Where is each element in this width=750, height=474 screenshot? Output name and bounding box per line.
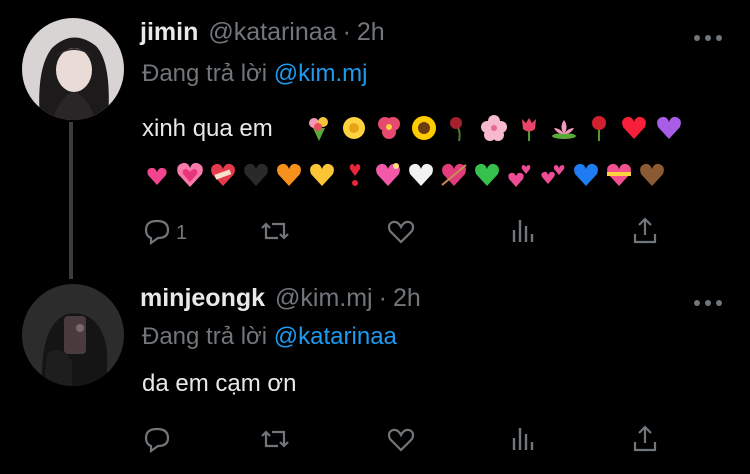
black-heart-icon — [241, 160, 271, 190]
reply-icon — [142, 424, 172, 459]
tweet-text: da em cạm ơn — [142, 370, 296, 398]
separator-dot: · — [342, 18, 351, 46]
thread-line — [69, 122, 73, 279]
reply-button[interactable] — [142, 424, 176, 458]
views-button[interactable] — [508, 424, 538, 458]
display-name[interactable]: jimin — [140, 18, 198, 47]
retweet-icon — [260, 424, 290, 459]
replying-to-label: Đang trả lời — [142, 323, 274, 350]
timestamp[interactable]: 2h — [393, 284, 421, 313]
sunflower-icon — [409, 113, 439, 143]
cherry-blossom-icon — [479, 113, 509, 143]
like-button[interactable] — [386, 216, 416, 250]
views-button[interactable] — [508, 216, 538, 250]
reply-icon — [142, 216, 172, 251]
beating-heart-icon — [142, 160, 172, 190]
more-icon[interactable] — [694, 33, 722, 43]
lotus-icon — [549, 113, 579, 143]
share-icon — [630, 216, 660, 251]
tulip-icon — [514, 113, 544, 143]
retweet-button[interactable] — [260, 424, 290, 458]
reply-count: 1 — [176, 221, 188, 244]
revolving-hearts-icon — [538, 160, 568, 190]
sparkling-heart-icon — [373, 160, 403, 190]
arrow-heart-icon — [439, 160, 469, 190]
green-heart-icon — [472, 160, 502, 190]
like-icon — [386, 216, 416, 251]
two-hearts-icon — [505, 160, 535, 190]
tweet-minjeongk[interactable]: minjeongk @kim.mj · 2h Đang trả lời @kat… — [0, 280, 750, 474]
avatar[interactable] — [22, 284, 124, 386]
username[interactable]: @kim.mj — [275, 284, 373, 313]
display-name[interactable]: minjeongk — [140, 284, 265, 313]
white-heart-icon — [406, 160, 436, 190]
tweet-header: jimin @katarinaa · 2h — [140, 18, 385, 58]
retweet-icon — [260, 216, 290, 251]
tweet-actions — [142, 424, 662, 458]
tweet-actions: 1 — [142, 216, 662, 250]
tweet-text: xinh qua em — [142, 115, 273, 143]
like-icon — [386, 424, 416, 459]
mention-link[interactable]: @katarinaa — [274, 323, 397, 350]
replying-to-label: Đang trả lời — [142, 60, 274, 87]
yellow-heart-icon — [307, 160, 337, 190]
emoji-row — [142, 160, 667, 190]
blue-heart-icon — [571, 160, 601, 190]
bouquet-icon — [304, 113, 334, 143]
share-icon — [630, 424, 660, 459]
emoji-row — [304, 113, 684, 143]
tweet-text-content: da em cạm ơn — [142, 370, 297, 397]
share-button[interactable] — [630, 424, 660, 458]
red-heart-icon — [619, 113, 649, 143]
tweet-jimin[interactable]: jimin @katarinaa · 2h Đang trả lời @kim.… — [0, 0, 750, 280]
avatar[interactable] — [22, 18, 124, 120]
brown-heart-icon — [637, 160, 667, 190]
exclamation-heart-icon — [340, 160, 370, 190]
orange-heart-icon — [274, 160, 304, 190]
sunflower-small-icon — [339, 113, 369, 143]
retweet-button[interactable] — [260, 216, 290, 250]
rose-icon — [584, 113, 614, 143]
timestamp[interactable]: 2h — [357, 18, 385, 47]
like-button[interactable] — [386, 424, 416, 458]
more-icon[interactable] — [694, 298, 722, 308]
tweet-header: minjeongk @kim.mj · 2h — [140, 284, 421, 324]
wilted-rose-icon — [444, 113, 474, 143]
views-icon — [508, 216, 538, 251]
views-icon — [508, 424, 538, 459]
growing-heart-icon — [175, 160, 205, 190]
mention-link[interactable]: @kim.mj — [274, 60, 368, 87]
heart-ribbon-icon — [604, 160, 634, 190]
hibiscus-icon — [374, 113, 404, 143]
replying-to: Đang trả lời @katarinaa — [142, 323, 397, 351]
mending-heart-icon — [208, 160, 238, 190]
share-button[interactable] — [630, 216, 660, 250]
username[interactable]: @katarinaa — [208, 18, 336, 47]
reply-button[interactable]: 1 — [142, 216, 187, 250]
separator-dot: · — [378, 284, 387, 312]
replying-to: Đang trả lời @kim.mj — [142, 60, 367, 88]
tweet-text-content: xinh qua em — [142, 115, 273, 142]
purple-heart-icon — [654, 113, 684, 143]
